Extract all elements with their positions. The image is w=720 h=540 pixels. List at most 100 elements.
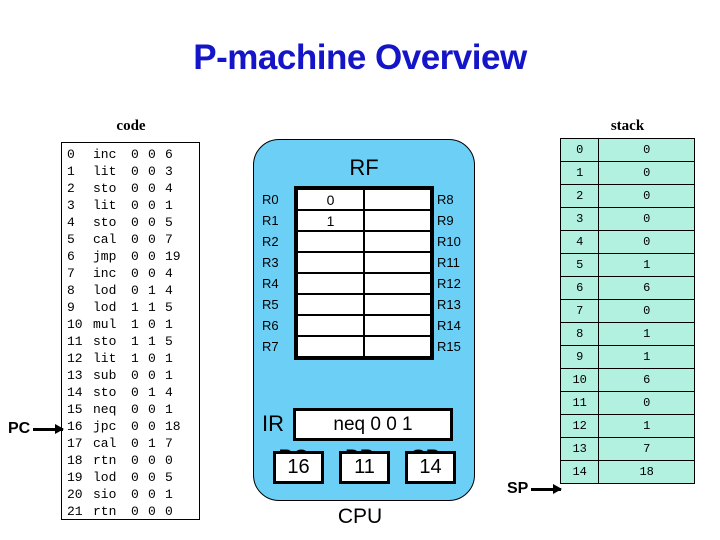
register-cell-r5[interactable] (297, 294, 364, 315)
code-row-opcode: lit (93, 198, 117, 213)
code-row-field-m: 1 (165, 487, 173, 502)
code-row-field-m: 19 (165, 249, 181, 264)
code-row-field-m: 1 (165, 198, 173, 213)
code-row-field-r: 0 (131, 487, 139, 502)
register-cell-r0[interactable]: 0 (297, 189, 364, 210)
code-row-field-r: 1 (131, 317, 139, 332)
code-row: 11 sto 1 1 5 (62, 333, 199, 350)
register-label-r14: R14 (437, 318, 461, 333)
register-cell-r11[interactable] (364, 252, 431, 273)
register-label-r0: R0 (262, 192, 279, 207)
code-row-address: 11 (67, 334, 83, 349)
code-row-opcode: sio (93, 487, 117, 502)
code-row: 1 lit 0 0 3 (62, 163, 199, 180)
stack-section-caption: stack (610, 118, 645, 134)
code-row-address: 6 (67, 249, 75, 264)
code-row: 18 rtn 0 0 0 (62, 452, 199, 469)
register-label-r5: R5 (262, 297, 279, 312)
code-row-field-l: 1 (148, 283, 156, 298)
code-row-opcode: cal (93, 436, 117, 451)
register-label-r11: R11 (437, 255, 460, 270)
register-label-r10: R10 (437, 234, 461, 249)
code-row-address: 18 (67, 453, 83, 468)
register-cell-r6[interactable] (297, 315, 364, 336)
stack-row-value: 18 (598, 460, 695, 484)
code-row: 5 cal 0 0 7 (62, 231, 199, 248)
code-row-field-r: 0 (131, 215, 139, 230)
register-cell-r2[interactable] (297, 231, 364, 252)
code-row-field-l: 0 (148, 215, 156, 230)
code-row-address: 12 (67, 351, 83, 366)
stack-row: 30 (559, 207, 695, 231)
code-row-address: 5 (67, 232, 75, 247)
code-row: 7 inc 0 0 4 (62, 265, 199, 282)
stack-row-value: 0 (598, 299, 695, 323)
code-row-field-l: 0 (148, 419, 156, 434)
register-cell-r3[interactable] (297, 252, 364, 273)
code-row-address: 7 (67, 266, 75, 281)
register-cell-r12[interactable] (364, 273, 431, 294)
code-row-opcode: neq (93, 402, 117, 417)
register-label-r9: R9 (437, 213, 454, 228)
code-row: 21 rtn 0 0 0 (62, 503, 199, 520)
code-row-field-r: 0 (131, 453, 139, 468)
code-row-address: 14 (67, 385, 83, 400)
register-cell-r9[interactable] (364, 210, 431, 231)
code-row: 17 cal 0 1 7 (62, 435, 199, 452)
code-row-address: 17 (67, 436, 83, 451)
code-row-field-m: 0 (165, 453, 173, 468)
sp-pointer: SP (507, 480, 563, 498)
register-cell-r1[interactable]: 1 (297, 210, 364, 231)
register-cell-r4[interactable] (297, 273, 364, 294)
code-row-field-l: 0 (148, 351, 156, 366)
code-row-field-m: 4 (165, 181, 173, 196)
stack-row: 70 (559, 299, 695, 323)
register-cell-r8[interactable] (364, 189, 431, 210)
code-row-opcode: jmp (93, 249, 117, 264)
register-cell-r7[interactable] (297, 336, 364, 357)
code-row-opcode: sto (93, 215, 117, 230)
code-row-field-l: 1 (148, 436, 156, 451)
stack-table: 0 0 1 0 2 0 3 0 4 0 5 1 6 6 7 0 8 1 9 1 10 6 11 0 12 1 13 7 14 18 (559, 138, 695, 484)
code-row-field-l: 0 (148, 164, 156, 179)
code-row: 13 sub 0 0 1 (62, 367, 199, 384)
register-cell-r14[interactable] (364, 315, 431, 336)
code-row-field-l: 1 (148, 385, 156, 400)
code-row-opcode: inc (93, 147, 117, 162)
code-row-opcode: sto (93, 181, 117, 196)
register-label-r4: R4 (262, 276, 279, 291)
code-row-address: 2 (67, 181, 75, 196)
code-row-address: 16 (67, 419, 83, 434)
register-label-r15: R15 (437, 339, 461, 354)
code-row-opcode: jpc (93, 419, 117, 434)
stack-row-index: 10 (559, 368, 600, 392)
stack-row-value: 6 (598, 276, 695, 300)
register-cell-r10[interactable] (364, 231, 431, 252)
stack-row-index: 4 (559, 230, 600, 254)
code-row-field-l: 0 (148, 198, 156, 213)
code-row-opcode: sub (93, 368, 117, 383)
code-row-field-l: 0 (148, 232, 156, 247)
stack-row-index: 6 (559, 276, 600, 300)
code-row-field-m: 4 (165, 266, 173, 281)
ir-label: IR (262, 411, 284, 436)
code-row-field-l: 1 (148, 300, 156, 315)
stack-row: 51 (559, 253, 695, 277)
code-row-field-m: 7 (165, 232, 173, 247)
register-cell-r13[interactable] (364, 294, 431, 315)
register-cell-r15[interactable] (364, 336, 431, 357)
page-title: P-machine Overview (193, 38, 527, 77)
code-row-opcode: lod (93, 470, 117, 485)
pc-pointer: PC (8, 420, 65, 438)
stack-row-value: 1 (598, 322, 695, 346)
ir-value: neq 0 0 1 (293, 408, 453, 441)
register-label-r3: R3 (262, 255, 279, 270)
code-row-address: 13 (67, 368, 83, 383)
code-row-field-r: 0 (131, 504, 139, 519)
register-label-r12: R12 (437, 276, 461, 291)
code-row-field-m: 4 (165, 385, 173, 400)
code-row: 0 inc 0 0 6 (62, 146, 199, 163)
code-row-field-m: 5 (165, 215, 173, 230)
code-row-field-r: 0 (131, 436, 139, 451)
pc-register-value: 16 (273, 451, 324, 484)
